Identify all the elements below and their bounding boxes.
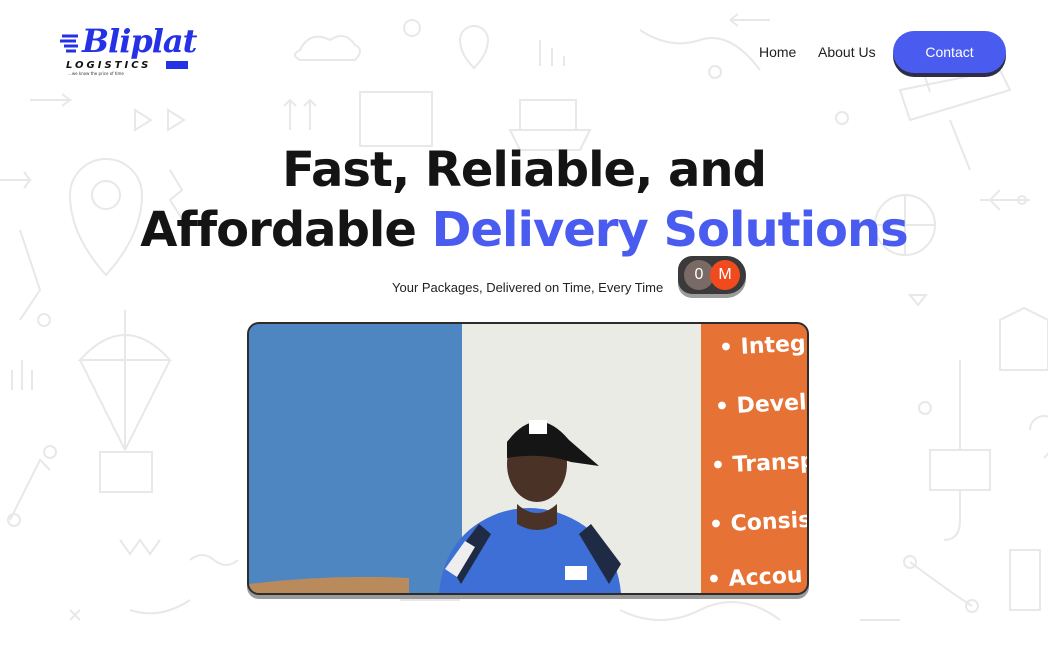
- banner-item: • Accou: [706, 563, 804, 593]
- bliplat-logo[interactable]: Bliplat LOGISTICS ...we know the price o…: [60, 24, 197, 80]
- hero-tagline: Your Packages, Delivered on Time, Every …: [392, 280, 664, 295]
- hero-heading-line-2: Affordable Delivery Solutions: [0, 200, 1048, 260]
- hero-heading-plain: Affordable: [140, 202, 432, 258]
- banner-item: • Develo: [714, 389, 809, 420]
- nav-home-link[interactable]: Home: [759, 44, 796, 60]
- counter-badge: 0 M: [678, 256, 746, 294]
- banner-item: • Consist: [708, 507, 809, 538]
- contact-button[interactable]: Contact: [893, 31, 1006, 73]
- hero-heading-accent: Delivery Solutions: [431, 202, 909, 258]
- banner-item: • Transp: [710, 448, 809, 479]
- nav-about-us-link[interactable]: About Us: [818, 44, 876, 60]
- speed-lines-icon: [60, 34, 78, 53]
- counter-right-value: M: [710, 260, 740, 290]
- logo-wordmark: Bliplat: [82, 22, 197, 60]
- logo-accent-bar: [166, 61, 188, 69]
- hero-heading-line-1: Fast, Reliable, and: [282, 142, 767, 198]
- logo-subtitle: LOGISTICS: [66, 60, 152, 71]
- banner-item: • Integr: [718, 330, 809, 361]
- logo-tagline: ...we know the price of time: [68, 71, 124, 76]
- intro-video[interactable]: • Integr • Develo • Transp • Consist • A…: [247, 322, 809, 595]
